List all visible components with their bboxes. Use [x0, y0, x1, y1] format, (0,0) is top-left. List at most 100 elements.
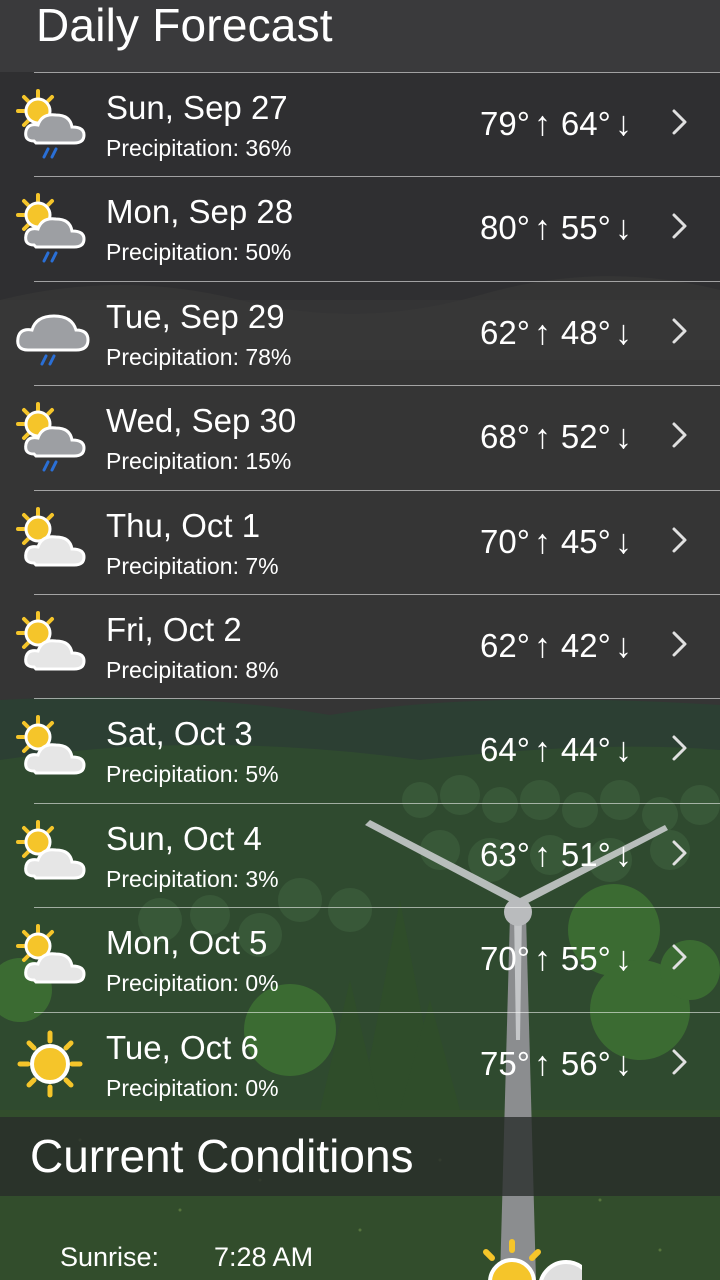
forecast-day: Wed, Sep 30: [106, 402, 297, 440]
low-temp: 64°: [560, 105, 611, 142]
arrow-down-icon: ↓: [614, 835, 632, 874]
low-temp: 51°: [560, 835, 611, 873]
high-temp: 62°: [480, 313, 530, 351]
chevron-right-icon[interactable]: [670, 211, 690, 241]
forecast-temps: 79° ↑ 64° ↓: [480, 105, 642, 144]
forecast-precipitation: Precipitation: 0%: [106, 1074, 279, 1101]
chevron-right-icon[interactable]: [670, 1047, 690, 1077]
arrow-down-icon: ↓: [614, 626, 632, 665]
partly-cloudy-icon: [16, 506, 86, 567]
arrow-down-icon: ↓: [614, 313, 632, 352]
high-temp: 79°: [480, 105, 530, 142]
low-temp: 55°: [560, 940, 611, 978]
forecast-row[interactable]: Sun, Sep 27 Precipitation: 36% 79° ↑ 64° ↓: [16, 72, 720, 176]
forecast-row[interactable]: Wed, Sep 30 Precipitation: 15% 68° ↑ 52° ↓: [16, 385, 720, 489]
forecast-temps: 80° ↑ 55° ↓: [480, 209, 642, 248]
section-title: Current Conditions: [30, 1130, 414, 1182]
sunrise-icon: [483, 1239, 582, 1280]
page-title: Daily Forecast: [36, 0, 333, 51]
forecast-temps: 70° ↑ 55° ↓: [480, 940, 642, 979]
forecast-temps: 68° ↑ 52° ↓: [480, 418, 642, 457]
forecast-temps: 62° ↑ 48° ↓: [480, 314, 642, 353]
forecast-row[interactable]: Tue, Oct 6 Precipitation: 0% 75° ↑ 56° ↓: [17, 1011, 720, 1116]
high-temp: 75°: [480, 1044, 530, 1082]
arrow-up-icon: ↑: [533, 835, 551, 874]
arrow-down-icon: ↓: [614, 1044, 632, 1083]
low-temp: 48°: [560, 313, 611, 351]
forecast-precipitation: Precipitation: 36%: [106, 135, 292, 161]
low-temp: 45°: [560, 522, 611, 560]
forecast-day: Mon, Oct 5: [106, 924, 268, 962]
current-conditions-header: Current Conditions: [0, 1117, 720, 1196]
partly-cloudy-rain-icon: [16, 89, 86, 159]
arrow-down-icon: ↓: [614, 940, 632, 979]
low-temp: 55°: [560, 209, 611, 247]
arrow-up-icon: ↑: [533, 1044, 551, 1083]
low-temp: 42°: [560, 626, 611, 664]
forecast-day: Thu, Oct 1: [106, 506, 261, 544]
chevron-right-icon[interactable]: [670, 733, 690, 763]
chevron-right-icon[interactable]: [670, 107, 690, 137]
forecast-day: Sun, Sep 27: [106, 89, 288, 126]
chevron-right-icon[interactable]: [670, 838, 690, 868]
high-temp: 70°: [480, 940, 530, 978]
high-temp: 63°: [480, 835, 530, 873]
forecast-temps: 70° ↑ 45° ↓: [480, 523, 642, 562]
sunrise-row: Sunrise: 7:28 AM: [60, 1242, 313, 1273]
partly-cloudy-icon: [16, 924, 86, 984]
forecast-precipitation: Precipitation: 3%: [106, 865, 279, 892]
forecast-row[interactable]: Mon, Oct 5 Precipitation: 0% 70° ↑ 55° ↓: [16, 907, 720, 1011]
arrow-up-icon: ↑: [533, 731, 551, 770]
chevron-right-icon[interactable]: [670, 420, 690, 450]
chevron-right-icon[interactable]: [670, 942, 690, 972]
high-temp: 80°: [480, 209, 530, 247]
arrow-up-icon: ↑: [533, 626, 551, 665]
forecast-precipitation: Precipitation: 78%: [106, 343, 292, 370]
forecast-row[interactable]: Sun, Oct 4 Precipitation: 3% 63° ↑ 51° ↓: [16, 802, 720, 907]
sun-icon: [17, 1030, 83, 1098]
forecast-row[interactable]: Mon, Sep 28 Precipitation: 50% 80° ↑ 55° ↓: [16, 176, 720, 280]
forecast-temps: 64° ↑ 44° ↓: [480, 731, 642, 770]
forecast-temps: 63° ↑ 51° ↓: [480, 836, 642, 875]
forecast-day: Mon, Sep 28: [106, 193, 294, 231]
forecast-precipitation: Precipitation: 8%: [106, 656, 279, 683]
forecast-list: Sun, Sep 27 Precipitation: 36% 79° ↑ 64° ↓ …: [0, 72, 720, 1116]
forecast-row[interactable]: Fri, Oct 2 Precipitation: 8% 62° ↑ 42° ↓: [16, 593, 720, 698]
forecast-row[interactable]: Tue, Sep 29 Precipitation: 78% 62° ↑ 48° ↓: [16, 280, 720, 385]
forecast-temps: 75° ↑ 56° ↓: [480, 1045, 642, 1084]
forecast-day: Tue, Oct 6: [106, 1028, 259, 1066]
high-temp: 68°: [480, 418, 530, 456]
sunrise-value: 7:28 AM: [214, 1242, 314, 1272]
forecast-day: Fri, Oct 2: [106, 610, 242, 648]
partly-cloudy-rain-icon: [16, 193, 86, 263]
forecast-row[interactable]: Sat, Oct 3 Precipitation: 5% 64° ↑ 44° ↓: [16, 698, 720, 802]
arrow-down-icon: ↓: [614, 418, 632, 457]
arrow-down-icon: ↓: [614, 209, 632, 248]
high-temp: 62°: [480, 626, 530, 664]
arrow-up-icon: ↑: [533, 940, 551, 979]
forecast-precipitation: Precipitation: 7%: [106, 552, 279, 579]
low-temp: 56°: [560, 1044, 611, 1082]
chevron-right-icon[interactable]: [670, 629, 690, 659]
forecast-precipitation: Precipitation: 0%: [106, 970, 279, 997]
chevron-right-icon[interactable]: [670, 316, 690, 346]
arrow-down-icon: ↓: [614, 522, 632, 561]
arrow-up-icon: ↑: [533, 522, 551, 561]
arrow-down-icon: ↓: [614, 105, 632, 143]
arrow-up-icon: ↑: [533, 313, 551, 352]
high-temp: 64°: [480, 731, 530, 769]
partly-cloudy-icon: [16, 610, 86, 671]
high-temp: 70°: [480, 522, 530, 560]
cloud-rain-icon: [16, 314, 90, 366]
forecast-day: Sun, Oct 4: [106, 819, 262, 857]
chevron-right-icon[interactable]: [670, 525, 690, 555]
forecast-row[interactable]: Thu, Oct 1 Precipitation: 7% 70° ↑ 45° ↓: [16, 489, 720, 594]
partly-cloudy-rain-icon: [16, 402, 86, 472]
partly-cloudy-icon: [16, 819, 86, 880]
low-temp: 44°: [560, 731, 611, 769]
forecast-day: Sat, Oct 3: [106, 715, 253, 753]
sunrise-label: Sunrise:: [60, 1242, 160, 1272]
forecast-temps: 62° ↑ 42° ↓: [480, 627, 642, 666]
partly-cloudy-icon: [16, 715, 86, 775]
forecast-precipitation: Precipitation: 5%: [106, 761, 279, 788]
